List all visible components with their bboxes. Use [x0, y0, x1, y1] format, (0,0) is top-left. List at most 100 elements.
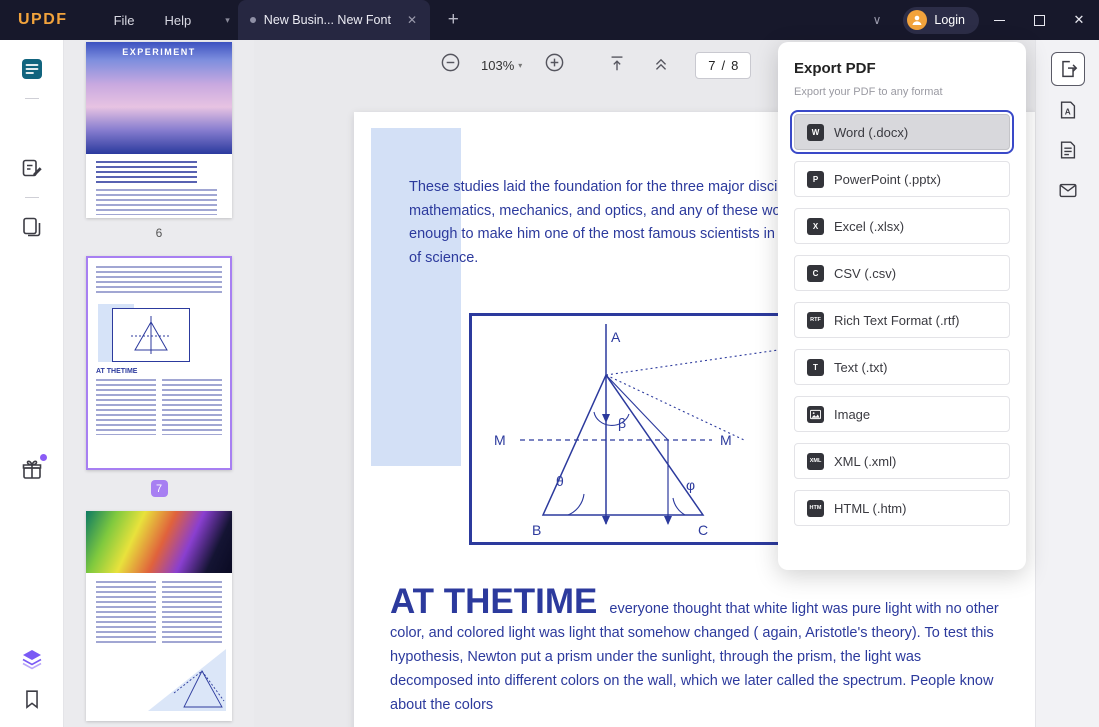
login-button[interactable]: Login	[903, 7, 979, 34]
diagram-label-beta: β	[618, 415, 626, 431]
export-pdf-tool-button[interactable]	[1051, 52, 1085, 86]
thumbnail-page-8[interactable]	[86, 511, 232, 721]
bookmark-icon	[21, 688, 43, 710]
export-option-word[interactable]: W Word (.docx)	[794, 114, 1010, 150]
intro-paragraph: These studies laid the foundation for th…	[409, 176, 781, 270]
scroll-to-top-button[interactable]	[607, 53, 627, 78]
menu-help[interactable]: Help	[165, 13, 192, 28]
diagram-label-m-left: M	[494, 432, 506, 448]
export-option-text[interactable]: T Text (.txt)	[794, 349, 1010, 385]
zoom-out-icon	[440, 52, 461, 73]
document-icon	[1057, 139, 1079, 161]
zoom-level-value: 103%	[481, 58, 514, 73]
text-lines	[96, 581, 156, 645]
pdfa-convert-button[interactable]: A	[1052, 94, 1084, 126]
image-file-icon	[807, 406, 824, 423]
thumbnail-page-7-selected[interactable]: AT THETIME	[86, 256, 232, 470]
notification-dot	[40, 454, 47, 461]
pages-icon	[20, 215, 44, 239]
word-file-icon: W	[807, 124, 824, 141]
text-lines	[96, 379, 156, 435]
export-option-label: Word (.docx)	[834, 125, 908, 140]
maximize-button[interactable]	[1019, 0, 1059, 40]
export-option-excel[interactable]: X Excel (.xlsx)	[794, 208, 1010, 244]
previous-page-button[interactable]	[651, 53, 671, 78]
tab-list-chevron-icon[interactable]: ▾	[225, 15, 230, 26]
titlebar: UPDF File Help ▾ New Busin... New Font ✕…	[0, 0, 1099, 40]
export-option-powerpoint[interactable]: P PowerPoint (.pptx)	[794, 161, 1010, 197]
promotions-button[interactable]	[15, 453, 49, 487]
layers-icon	[20, 647, 44, 671]
page6-cover-title: EXPERIMENT	[86, 42, 232, 57]
intro-line: of science.	[409, 247, 781, 271]
doc-tool-button[interactable]	[1052, 134, 1084, 166]
text-lines	[162, 379, 222, 435]
html-file-icon: HTM	[807, 500, 824, 517]
export-option-label: Image	[834, 407, 870, 422]
zoom-in-button[interactable]	[544, 52, 565, 78]
zoom-out-button[interactable]	[440, 52, 461, 78]
page8-prism-figure	[148, 649, 226, 711]
diagram-label-theta: θ	[556, 473, 564, 489]
page8-image	[86, 511, 232, 573]
rtf-file-icon: RTF	[807, 312, 824, 329]
pdfa-letter: A	[1064, 108, 1070, 117]
export-icon	[1057, 58, 1079, 80]
export-pdf-panel: Export PDF Export your PDF to any format…	[778, 42, 1026, 570]
envelope-icon	[1057, 179, 1079, 201]
pdfa-icon: A	[1057, 99, 1079, 121]
close-button[interactable]: ✕	[1059, 0, 1099, 40]
page-indicator[interactable]: 7 / 8	[695, 52, 751, 79]
page7-diagram-thumb	[96, 304, 222, 364]
layers-button[interactable]	[15, 642, 49, 676]
export-option-rtf[interactable]: RTF Rich Text Format (.rtf)	[794, 302, 1010, 338]
bookmark-button[interactable]	[15, 682, 49, 716]
diagram-label-m-right: M	[720, 432, 732, 448]
diagram-label-a: A	[611, 329, 621, 345]
diagram-label-phi: φ	[686, 477, 695, 493]
zoom-caret-icon: ▾	[518, 61, 522, 70]
tab-doc-icon	[250, 17, 256, 23]
comment-tool-button[interactable]	[15, 52, 49, 86]
export-option-label: XML (.xml)	[834, 454, 896, 469]
page7-columns	[96, 379, 222, 435]
account-chevron-icon[interactable]: ∨	[873, 13, 882, 27]
xml-file-icon: XML	[807, 453, 824, 470]
export-option-label: Rich Text Format (.rtf)	[834, 313, 959, 328]
new-tab-button[interactable]: +	[448, 9, 459, 31]
export-panel-subtitle: Export your PDF to any format	[794, 86, 1010, 98]
export-option-csv[interactable]: C CSV (.csv)	[794, 255, 1010, 291]
avatar-icon	[907, 10, 927, 30]
zoom-level-dropdown[interactable]: 103% ▾	[481, 58, 522, 73]
comment-icon	[19, 56, 45, 82]
intro-line: These studies laid the foundation for th…	[409, 176, 781, 200]
tab-close-icon[interactable]: ✕	[407, 13, 417, 27]
page-heading: AT THETIME	[390, 582, 597, 621]
csv-file-icon: C	[807, 265, 824, 282]
mail-share-button[interactable]	[1052, 174, 1084, 206]
diagram-label-b: B	[532, 522, 541, 538]
intro-line: enough to make him one of the most famou…	[409, 223, 781, 247]
updf-logo: UPDF	[18, 11, 68, 29]
close-icon: ✕	[1074, 12, 1085, 28]
page-7-label: 7	[151, 480, 168, 497]
thumbnail-panel: EXPERIMENT 6 AT THETIME	[64, 40, 254, 727]
document-tab[interactable]: New Busin... New Font ✕	[238, 0, 430, 40]
divider	[25, 197, 39, 198]
export-option-xml[interactable]: XML XML (.xml)	[794, 443, 1010, 479]
edit-tool-button[interactable]	[15, 151, 49, 185]
export-option-html[interactable]: HTM HTML (.htm)	[794, 490, 1010, 526]
export-option-label: PowerPoint (.pptx)	[834, 172, 941, 187]
minimize-icon	[994, 20, 1005, 21]
page-separator: /	[722, 58, 726, 73]
minimize-button[interactable]	[979, 0, 1019, 40]
export-option-image[interactable]: Image	[794, 396, 1010, 432]
divider	[25, 98, 39, 99]
organize-pages-button[interactable]	[15, 210, 49, 244]
page7-heading-thumb: AT THETIME	[96, 368, 222, 375]
thumbnail-page-6[interactable]: EXPERIMENT	[86, 42, 232, 218]
diagram-label-c: C	[698, 522, 708, 538]
gift-icon	[20, 458, 44, 482]
menu-file[interactable]: File	[114, 13, 135, 28]
collapse-top-icon	[607, 53, 627, 73]
